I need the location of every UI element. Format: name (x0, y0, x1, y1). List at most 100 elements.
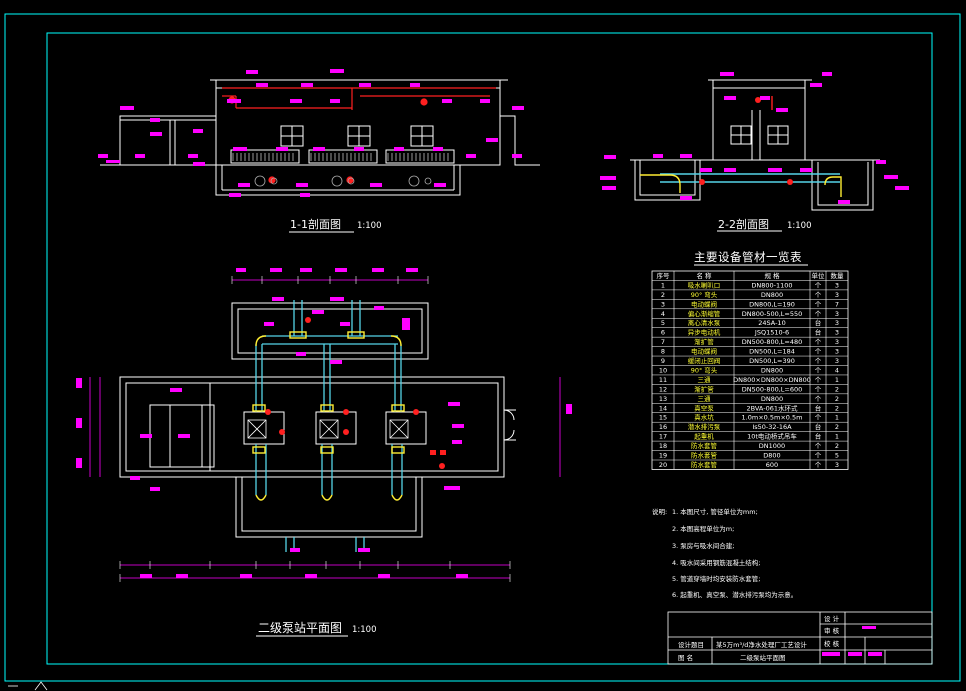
inner-frame (46, 32, 933, 665)
table-cell-col-name: 吸水喇叭口 (688, 280, 721, 289)
table-cell-col-qty: 3 (835, 310, 839, 318)
table-cell-col-spec: DN500-800,L=600 (742, 385, 803, 393)
plan-pump-xmarks (247, 419, 409, 439)
table-cell-col-spec: DN800-500,L=550 (742, 310, 803, 318)
table-cell-col-unit: 个 (815, 442, 822, 450)
table-cell-col-spec: DN500-800,L=480 (742, 338, 803, 346)
table-cell-col-name: 离心清水泵 (688, 318, 721, 327)
table-cell-col-unit: 台 (815, 432, 822, 441)
note-line-5: 5. 管道穿墙时均安装防水套管; (672, 574, 760, 583)
table-cell-col-name: 缓闭止回阀 (688, 356, 721, 365)
table-cell-col-name: 防水套管 (691, 460, 718, 469)
table-cell-col-index: 1 (661, 281, 665, 289)
table-cell-col-name: 渐扩管 (694, 337, 714, 346)
table-cell-col-spec: DN500,L=390 (749, 357, 795, 365)
table-cell-col-spec: 24SA-10 (758, 319, 785, 327)
table-cell-col-qty: 3 (835, 329, 839, 337)
title-drawing-value: 二级泵站平面图 (740, 653, 786, 662)
table-cell-col-spec: DN800-1100 (751, 281, 792, 289)
table-cell-col-index: 5 (661, 319, 665, 327)
table-cell-col-spec: 600 (766, 461, 778, 469)
table-cell-col-index: 3 (661, 300, 665, 308)
table-cell-col-name: 防水套管 (691, 451, 718, 460)
table-cell-col-unit: 个 (815, 300, 822, 308)
table-cell-col-index: 10 (659, 366, 667, 374)
table-cell-col-spec: 1.0m×0.5m×0.5m (742, 414, 803, 422)
table-cell-col-name: 90° 弯头 (691, 290, 718, 299)
table-cell-col-spec: 10t电动桥式吊车 (747, 432, 797, 441)
table-cell-col-index: 7 (661, 338, 665, 346)
table-cell-col-qty: 2 (835, 442, 839, 450)
notes-block: 说明: 1. 本图尺寸, 管径单位为mm; 2. 本图高程单位为m; 3. 泵房… (652, 507, 797, 599)
table-cell-col-qty: 3 (835, 348, 839, 356)
section-1-pumps (254, 175, 432, 187)
table-cell-col-index: 20 (659, 461, 667, 469)
table-cell-col-unit: 个 (815, 366, 822, 374)
section-1-railing-hatch (232, 153, 449, 161)
table-header-col-spec: 规 格 (764, 271, 780, 280)
table-cell-col-spec: DN500,L=184 (749, 348, 795, 356)
note-line-3: 3. 泵房与吸水间合建; (672, 541, 734, 550)
note-line-4: 4. 吸水间采用钢筋混凝土结构; (672, 558, 760, 567)
plan-title: 二级泵站平面图 (258, 621, 342, 635)
section-2-title: 2-2剖面图 (718, 217, 769, 231)
table-header-col-unit: 单位 (812, 271, 826, 280)
table-cell-col-spec: DN800 (761, 395, 783, 403)
table-cell-col-unit: 个 (815, 452, 822, 460)
title-drawing-label: 图 名 (678, 653, 693, 662)
table-cell-col-index: 12 (659, 385, 667, 393)
table-cell-col-index: 9 (661, 357, 665, 365)
table-cell-col-qty: 5 (835, 452, 839, 460)
title-row-2: 审 核 (824, 626, 840, 635)
table-cell-col-index: 11 (659, 376, 667, 384)
table-cell-col-index: 17 (659, 433, 667, 441)
table-cell-col-spec: DN800,L=190 (749, 300, 795, 308)
section-1-scale: 1:100 (357, 221, 382, 231)
table-cell-col-unit: 个 (815, 291, 822, 299)
table-cell-col-spec: D800 (763, 452, 780, 460)
section-2-2-drawing (630, 79, 880, 211)
table-cell-col-qty: 3 (835, 338, 839, 346)
table-cell-col-name: 潜水排污泵 (688, 422, 721, 431)
table-cell-col-index: 8 (661, 348, 665, 356)
table-cell-col-unit: 个 (815, 310, 822, 318)
table-cell-col-name: 渐扩管 (694, 384, 714, 393)
table-cell-col-index: 2 (661, 291, 665, 299)
table-cell-col-qty: 1 (835, 433, 839, 441)
table-cell-col-qty: 2 (835, 385, 839, 393)
table-cell-col-spec: 2BVA-061水环式 (747, 403, 798, 412)
table-cell-col-qty: 3 (835, 461, 839, 469)
title-block (667, 611, 933, 665)
title-design-label: 设计题目 (678, 640, 704, 649)
table-cell-col-spec: DN800 (761, 291, 783, 299)
table-cell-col-unit: 台 (815, 318, 822, 327)
section-1-pump-platforms (230, 149, 455, 164)
title-block-text: 设计题目 某5万m³/d净水处理厂工艺设计 图 名 二级泵站平面图 设 计 审 … (678, 614, 840, 662)
table-cell-col-unit: 个 (815, 414, 822, 422)
table-cell-col-unit: 个 (815, 338, 822, 346)
table-cell-col-qty: 3 (835, 291, 839, 299)
table-cell-col-spec: Is50-32-16A (752, 423, 792, 431)
table-header-col-qty: 数量 (831, 271, 845, 280)
plan-structure (119, 302, 516, 538)
table-cell-col-qty: 2 (835, 395, 839, 403)
table-cell-col-name: 偏心渐缩管 (688, 309, 721, 318)
table-cell-col-qty: 4 (835, 366, 839, 374)
table-header-col-index: 序号 (657, 271, 671, 280)
notes-heading: 说明: (652, 507, 667, 516)
table-cell-col-unit: 个 (815, 357, 822, 365)
plan-pipes (255, 300, 403, 552)
table-cell-col-name: 电动蝶阀 (691, 347, 717, 356)
table-cell-col-unit: 个 (815, 461, 822, 469)
table-cell-col-index: 16 (659, 423, 667, 431)
table-cell-col-name: 防水套管 (691, 441, 718, 450)
plan-scale: 1:100 (352, 625, 377, 635)
plan-red-markers (265, 317, 446, 469)
table-cell-col-name: 真水坑 (694, 413, 714, 422)
title-design-value: 某5万m³/d净水处理厂工艺设计 (716, 640, 807, 649)
title-row-1: 设 计 (824, 614, 840, 623)
table-cell-col-name: 真空泵 (694, 403, 714, 412)
table-cell-col-spec: DN800×DN800×DN800 (733, 376, 811, 384)
cad-drawing-canvas: 1-1剖面图 1:100 2-2剖面图 1:100 二级泵站平面图 1:100 … (4, 13, 961, 691)
table-cell-col-qty: 1 (835, 376, 839, 384)
